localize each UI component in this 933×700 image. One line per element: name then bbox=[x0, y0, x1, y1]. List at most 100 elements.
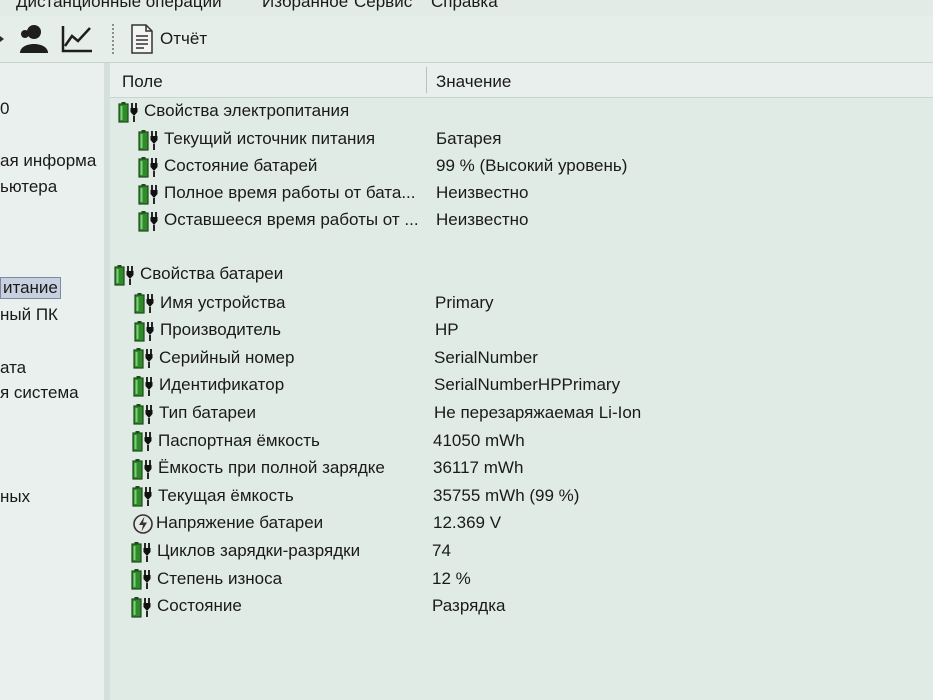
property-row[interactable]: Текущая ёмкость bbox=[132, 484, 294, 508]
battery-plug-icon bbox=[134, 293, 154, 314]
document-icon bbox=[131, 24, 153, 54]
tree-item-power-selected[interactable]: итание bbox=[0, 277, 61, 299]
property-row[interactable]: Состояние батарей bbox=[138, 154, 317, 178]
menu-item-remote-operations[interactable]: Дистанционные операции bbox=[16, 0, 222, 10]
property-field: Текущий источник питания bbox=[164, 129, 376, 148]
battery-plug-icon bbox=[134, 320, 154, 342]
chart-icon bbox=[61, 26, 92, 53]
battery-plug-icon bbox=[131, 569, 151, 590]
property-field: Степень износа bbox=[157, 568, 283, 588]
property-field: Тип батареи bbox=[159, 403, 256, 422]
property-field: Серийный номер bbox=[159, 347, 295, 367]
tree-item[interactable]: ьютера bbox=[0, 177, 57, 197]
property-field: Полное время работы от бата... bbox=[164, 183, 416, 202]
property-row[interactable]: Серийный номер bbox=[133, 346, 294, 370]
voltage-icon bbox=[133, 514, 153, 534]
toolbar-separator bbox=[112, 24, 114, 54]
menu-bar: Дистанционные операции Избранное Сервис … bbox=[0, 0, 933, 16]
report-label: Отчёт bbox=[160, 29, 208, 48]
menu-item-favorites[interactable]: Избранное bbox=[262, 0, 348, 10]
property-value: Батарея bbox=[436, 129, 502, 148]
property-field: Паспортная ёмкость bbox=[158, 430, 320, 450]
property-field: Ёмкость при полной зарядке bbox=[158, 458, 385, 478]
property-row[interactable]: Ёмкость при полной зарядке bbox=[132, 456, 385, 480]
property-field: Циклов зарядки-разрядки bbox=[157, 541, 361, 560]
property-value: Разрядка bbox=[432, 596, 506, 616]
tree-item[interactable]: ая информа bbox=[0, 151, 96, 171]
property-field: Имя устройства bbox=[160, 292, 286, 312]
property-field: Идентификатор bbox=[159, 375, 285, 395]
property-value: 12 % bbox=[432, 568, 471, 588]
property-value: 74 bbox=[432, 541, 451, 560]
back-button[interactable] bbox=[0, 22, 6, 56]
group-header[interactable]: Свойства батареи bbox=[114, 262, 283, 286]
property-field: Оставшееся время работы от ... bbox=[164, 210, 419, 229]
property-field: Напряжение батареи bbox=[156, 513, 324, 533]
property-value: 36117 mWh bbox=[433, 458, 524, 478]
property-field: Состояние батарей bbox=[164, 156, 318, 175]
report-button[interactable]: Отчёт bbox=[130, 22, 207, 56]
battery-plug-icon bbox=[114, 264, 134, 286]
user-button[interactable] bbox=[16, 22, 48, 56]
property-row[interactable]: Полное время работы от бата... bbox=[138, 181, 416, 205]
property-row[interactable]: Степень износа bbox=[131, 567, 282, 591]
battery-plug-icon bbox=[138, 156, 158, 178]
property-value: 41050 mWh bbox=[433, 430, 525, 450]
property-row[interactable]: Производитель bbox=[134, 318, 281, 342]
column-header-value[interactable]: Значение bbox=[436, 72, 511, 92]
battery-plug-icon bbox=[132, 486, 152, 507]
property-row[interactable]: Имя устройства bbox=[134, 291, 285, 315]
navigation-tree: 0 ая информа ьютера итание ный ПК ата я … bbox=[0, 63, 105, 700]
group-title: Свойства батареи bbox=[140, 264, 284, 283]
property-field: Производитель bbox=[160, 320, 282, 340]
property-value: Неизвестно bbox=[436, 210, 529, 229]
property-value: 12.369 V bbox=[433, 513, 502, 533]
property-field: Состояние bbox=[157, 596, 242, 616]
battery-plug-icon bbox=[132, 458, 152, 480]
battery-plug-icon bbox=[138, 210, 158, 232]
property-row[interactable]: Циклов зарядки-разрядки bbox=[131, 539, 360, 563]
benchmark-button[interactable] bbox=[60, 22, 94, 56]
toolbar: Отчёт bbox=[0, 16, 933, 63]
property-field: Текущая ёмкость bbox=[158, 485, 294, 505]
battery-plug-icon bbox=[138, 183, 158, 205]
user-icon bbox=[20, 25, 48, 53]
tree-item[interactable]: я система bbox=[0, 383, 79, 403]
arrow-icon bbox=[0, 36, 4, 42]
property-value: 99 % (Высокий уровень) bbox=[436, 156, 628, 175]
menu-item-help[interactable]: Справка bbox=[431, 0, 498, 10]
property-row[interactable]: Состояние bbox=[131, 594, 242, 618]
property-row[interactable]: Оставшееся время работы от ... bbox=[138, 208, 419, 232]
menu-item-service[interactable]: Сервис bbox=[354, 0, 412, 10]
group-title: Свойства электропитания bbox=[144, 101, 350, 120]
property-value: SerialNumber bbox=[434, 347, 538, 367]
property-row[interactable]: Текущий источник питания bbox=[138, 127, 375, 151]
property-row[interactable]: Тип батареи bbox=[133, 401, 256, 425]
battery-plug-icon bbox=[133, 348, 153, 369]
property-value: Primary bbox=[435, 292, 494, 312]
battery-plug-icon bbox=[133, 403, 153, 425]
battery-plug-icon bbox=[131, 596, 151, 618]
battery-plug-icon bbox=[131, 541, 151, 563]
property-value: HP bbox=[435, 320, 459, 340]
property-value: Не перезаряжаемая Li-Ion bbox=[434, 403, 642, 422]
tree-item[interactable]: ный ПК bbox=[0, 305, 58, 325]
column-header: Поле Значение bbox=[110, 63, 933, 98]
property-value: 35755 mWh (99 %) bbox=[433, 485, 580, 505]
property-row[interactable]: Напряжение батареи bbox=[132, 511, 323, 535]
column-header-field[interactable]: Поле bbox=[122, 72, 163, 92]
battery-plug-icon bbox=[138, 129, 158, 151]
details-pane: Поле Значение Свойства электропитания Тек… bbox=[110, 63, 933, 700]
property-value: Неизвестно bbox=[436, 183, 529, 202]
battery-plug-icon bbox=[132, 431, 152, 452]
property-value: SerialNumberHPPrimary bbox=[434, 375, 621, 395]
group-header[interactable]: Свойства электропитания bbox=[118, 99, 349, 123]
column-divider[interactable] bbox=[426, 67, 427, 93]
property-row[interactable]: Идентификатор bbox=[133, 373, 284, 397]
tree-item[interactable]: 0 bbox=[0, 99, 9, 119]
battery-plug-icon bbox=[118, 101, 138, 123]
tree-item[interactable]: ата bbox=[0, 358, 26, 378]
tree-item[interactable]: ных bbox=[0, 487, 30, 507]
property-row[interactable]: Паспортная ёмкость bbox=[132, 429, 320, 453]
battery-plug-icon bbox=[133, 375, 153, 397]
